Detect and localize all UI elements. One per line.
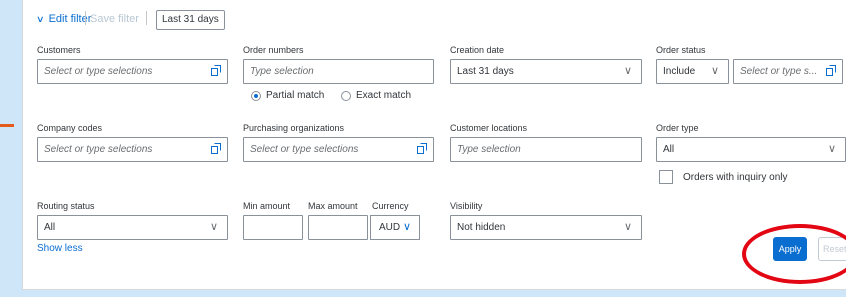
creation-date-value: Last 31 days bbox=[457, 66, 514, 77]
order-numbers-input[interactable]: Type selection bbox=[243, 59, 434, 84]
apply-button[interactable]: Apply bbox=[773, 237, 807, 261]
min-amount-label: Min amount bbox=[243, 201, 291, 211]
value-help-icon[interactable] bbox=[826, 65, 836, 76]
chevron-down-icon: ∨ bbox=[710, 65, 719, 77]
value-help-icon[interactable] bbox=[211, 65, 221, 76]
edit-filter-toggle[interactable]: ∨ Edit filter bbox=[36, 13, 91, 25]
partial-match-radio[interactable]: Partial match bbox=[251, 90, 324, 101]
customer-locations-input[interactable]: Type selection bbox=[450, 137, 642, 162]
order-type-select[interactable]: All ∨ bbox=[656, 137, 846, 162]
partial-match-label: Partial match bbox=[266, 90, 325, 101]
side-marker bbox=[0, 124, 14, 127]
creation-date-select[interactable]: Last 31 days ∨ bbox=[450, 59, 642, 84]
order-type-label: Order type bbox=[656, 123, 699, 133]
radio-unselected-icon bbox=[341, 90, 351, 101]
checkbox-box bbox=[659, 170, 673, 184]
reset-button[interactable]: Reset bbox=[818, 237, 846, 261]
routing-status-label: Routing status bbox=[37, 201, 95, 211]
inquiry-only-checkbox[interactable]: Orders with inquiry only bbox=[659, 170, 787, 184]
order-status-operator: Include bbox=[663, 66, 696, 77]
customers-placeholder: Select or type selections bbox=[44, 66, 153, 77]
chevron-down-icon: ∨ bbox=[623, 221, 632, 233]
purchasing-orgs-placeholder: Select or type selections bbox=[250, 144, 359, 155]
order-status-operator-select[interactable]: Include ∨ bbox=[656, 59, 729, 84]
customer-locations-placeholder: Type selection bbox=[457, 144, 521, 155]
max-amount-label: Max amount bbox=[308, 201, 358, 211]
inquiry-only-label: Orders with inquiry only bbox=[683, 171, 788, 183]
max-amount-input[interactable] bbox=[308, 215, 368, 240]
visibility-value: Not hidden bbox=[457, 222, 506, 233]
customers-label: Customers bbox=[37, 45, 81, 55]
exact-match-label: Exact match bbox=[356, 90, 412, 101]
value-help-icon[interactable] bbox=[211, 143, 221, 154]
chevron-down-icon: ∨ bbox=[827, 143, 836, 155]
order-status-label: Order status bbox=[656, 45, 706, 55]
chevron-down-icon: ∨ bbox=[209, 221, 218, 233]
order-type-value: All bbox=[663, 144, 675, 155]
creation-date-label: Creation date bbox=[450, 45, 505, 55]
routing-status-value: All bbox=[44, 222, 56, 233]
show-less-link[interactable]: Show less bbox=[37, 243, 83, 254]
customers-input[interactable]: Select or type selections bbox=[37, 59, 228, 84]
chevron-down-icon: ∨ bbox=[623, 65, 632, 77]
period-token[interactable]: Last 31 days bbox=[156, 10, 225, 30]
company-codes-placeholder: Select or type selections bbox=[44, 144, 153, 155]
currency-label: Currency bbox=[372, 201, 409, 211]
save-filter-link[interactable]: Save filter bbox=[90, 13, 139, 25]
purchasing-orgs-label: Purchasing organizations bbox=[243, 123, 345, 133]
divider bbox=[146, 11, 147, 25]
currency-select[interactable]: AUD ∨ bbox=[370, 215, 420, 240]
currency-value: AUD bbox=[379, 222, 401, 233]
company-codes-label: Company codes bbox=[37, 123, 103, 133]
routing-status-select[interactable]: All ∨ bbox=[37, 215, 228, 240]
min-amount-input[interactable] bbox=[243, 215, 303, 240]
filter-panel: ∨ Edit filter Save filter Last 31 days C… bbox=[22, 0, 846, 290]
order-status-placeholder: Select or type s... bbox=[740, 66, 818, 77]
divider bbox=[85, 11, 86, 25]
value-help-icon[interactable] bbox=[417, 143, 427, 154]
customer-locations-label: Customer locations bbox=[450, 123, 528, 133]
company-codes-input[interactable]: Select or type selections bbox=[37, 137, 228, 162]
chevron-down-icon: ∨ bbox=[36, 13, 45, 24]
order-numbers-placeholder: Type selection bbox=[250, 66, 314, 77]
order-status-input[interactable]: Select or type s... bbox=[733, 59, 843, 84]
radio-selected-icon bbox=[251, 90, 261, 101]
visibility-select[interactable]: Not hidden ∨ bbox=[450, 215, 642, 240]
visibility-label: Visibility bbox=[450, 201, 483, 211]
order-numbers-label: Order numbers bbox=[243, 45, 304, 55]
purchasing-orgs-input[interactable]: Select or type selections bbox=[243, 137, 434, 162]
exact-match-radio[interactable]: Exact match bbox=[341, 90, 411, 101]
chevron-down-icon: ∨ bbox=[402, 221, 411, 233]
